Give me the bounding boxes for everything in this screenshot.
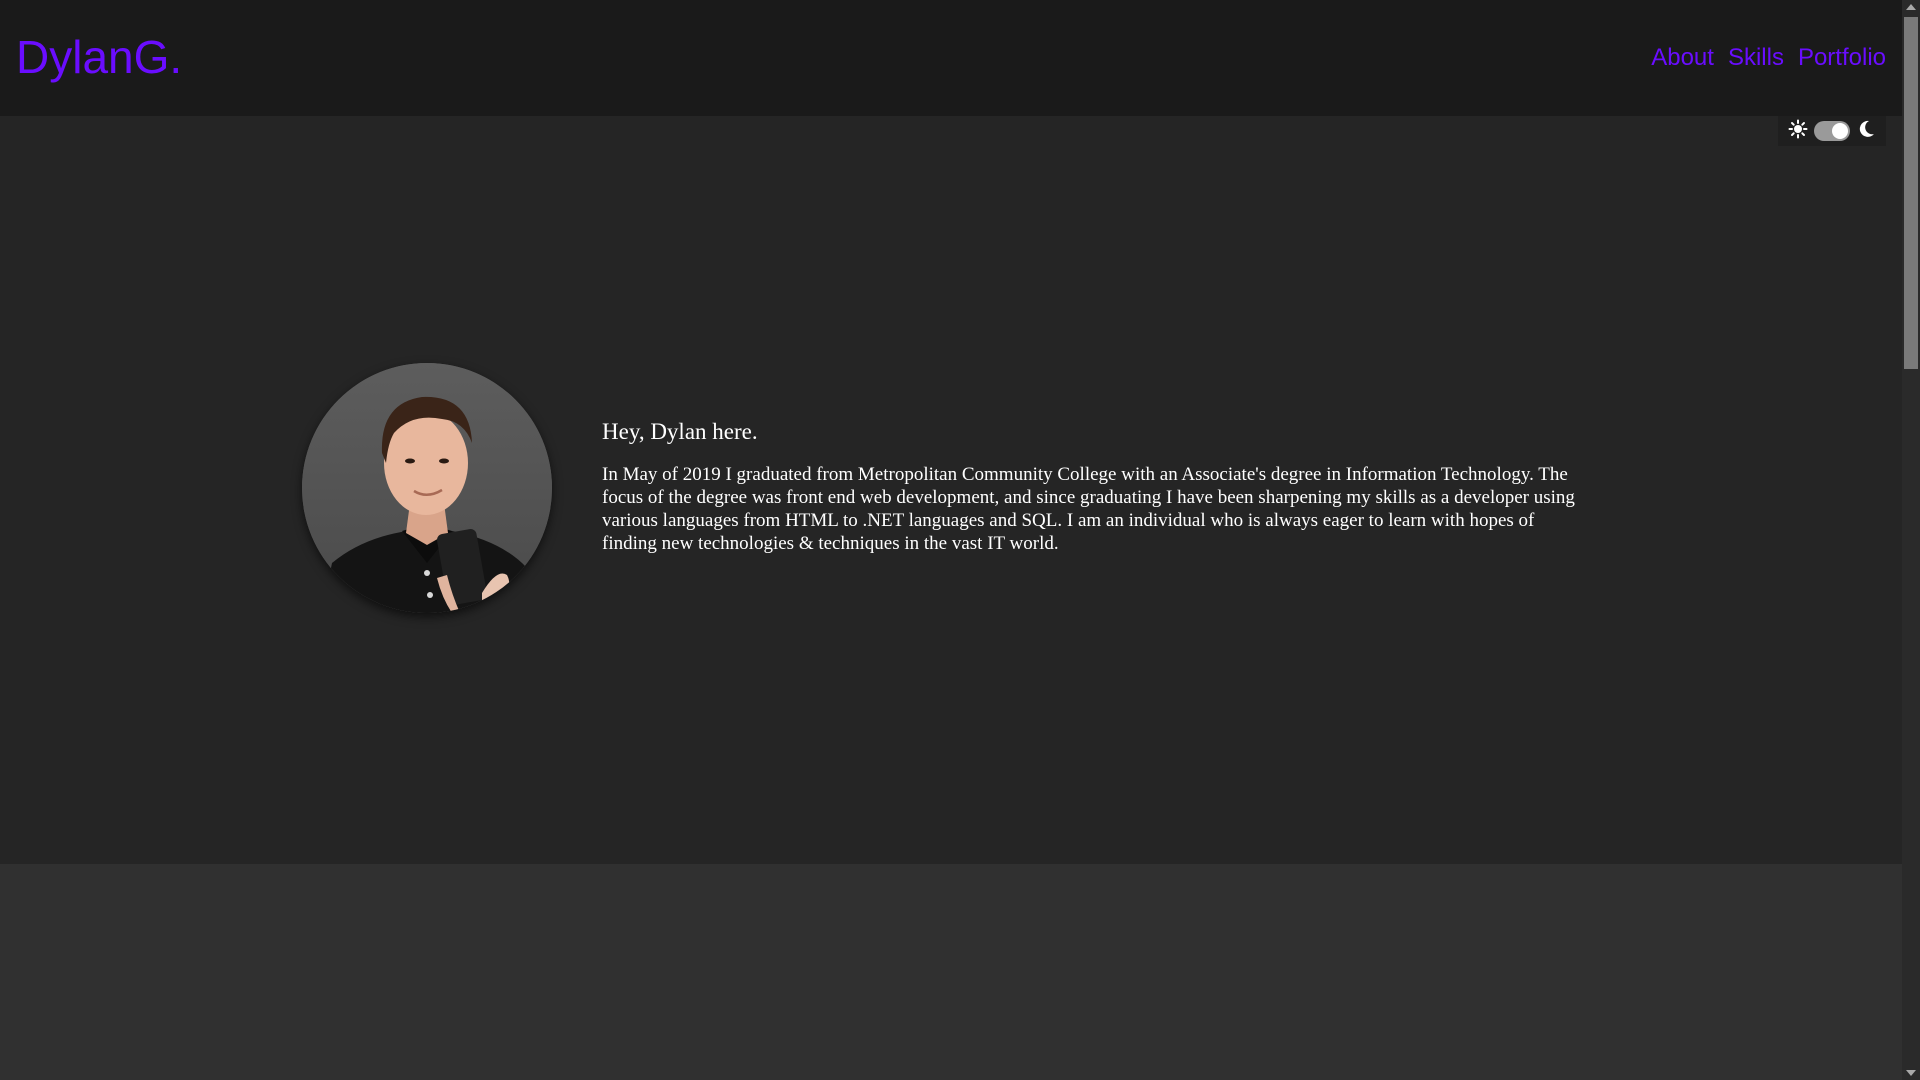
nav-link-portfolio[interactable]: Portfolio bbox=[1798, 42, 1886, 74]
skills-section bbox=[0, 864, 1902, 1080]
about-heading: Hey, Dylan here. bbox=[602, 419, 758, 444]
nav-link-skills[interactable]: Skills bbox=[1728, 42, 1784, 74]
brand-logo[interactable]: DylanG. bbox=[16, 30, 182, 84]
scroll-down-icon[interactable] bbox=[1906, 1070, 1916, 1076]
scrollbar-thumb[interactable] bbox=[1904, 17, 1918, 369]
navbar: DylanG. About Skills Portfolio bbox=[0, 0, 1902, 116]
vertical-scrollbar[interactable] bbox=[1902, 0, 1920, 1080]
nav-links: About Skills Portfolio bbox=[1651, 42, 1886, 74]
profile-photo bbox=[302, 363, 552, 613]
about-section: Hey, Dylan here. In May of 2019 I gradua… bbox=[0, 116, 1902, 864]
about-paragraph: In May of 2019 I graduated from Metropol… bbox=[602, 464, 1575, 554]
nav-link-about[interactable]: About bbox=[1651, 42, 1714, 74]
page: DylanG. About Skills Portfolio Hey, Dyla… bbox=[0, 0, 1920, 1080]
scroll-up-icon[interactable] bbox=[1906, 4, 1916, 10]
viewport: DylanG. About Skills Portfolio Hey, Dyla… bbox=[0, 0, 1902, 1080]
about-content: Hey, Dylan here. In May of 2019 I gradua… bbox=[602, 417, 1582, 555]
